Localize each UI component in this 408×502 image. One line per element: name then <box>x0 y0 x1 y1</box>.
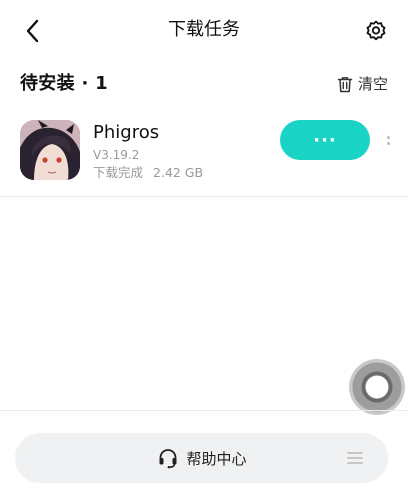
help-center-label: 帮助中心 <box>186 449 247 468</box>
clear-label: 清空 <box>357 75 388 93</box>
section-title: 待安装 · 1 <box>20 73 108 94</box>
clear-button[interactable]: 清空 <box>336 73 388 95</box>
file-size: 2.42 GB <box>153 165 204 180</box>
pending-install-section: 待安装 · 1 清空 <box>0 68 408 100</box>
divider <box>0 410 408 411</box>
menu-icon[interactable] <box>346 449 364 467</box>
trash-icon <box>336 75 354 93</box>
app-icon <box>20 120 80 180</box>
assistive-touch-icon[interactable] <box>349 359 405 415</box>
download-status: 下载完成 2.42 GB <box>93 164 203 182</box>
page-title: 下载任务 <box>168 19 240 40</box>
app-version: V3.19.2 <box>93 148 140 162</box>
more-actions-button[interactable]: ··· <box>280 120 370 160</box>
overflow-menu-icon[interactable] <box>384 130 392 150</box>
headset-icon <box>156 446 180 470</box>
app-name: Phigros <box>93 122 160 143</box>
top-bar: 下载任务 <box>0 0 408 62</box>
status-text: 下载完成 <box>93 165 144 180</box>
settings-button[interactable] <box>362 17 390 45</box>
help-center-button[interactable]: 帮助中心 <box>15 433 388 483</box>
download-task-item[interactable]: Phigros V3.19.2 下载完成 2.42 GB ··· <box>0 110 408 197</box>
help-bar[interactable]: 帮助中心 <box>15 433 388 483</box>
gear-icon <box>366 20 386 41</box>
